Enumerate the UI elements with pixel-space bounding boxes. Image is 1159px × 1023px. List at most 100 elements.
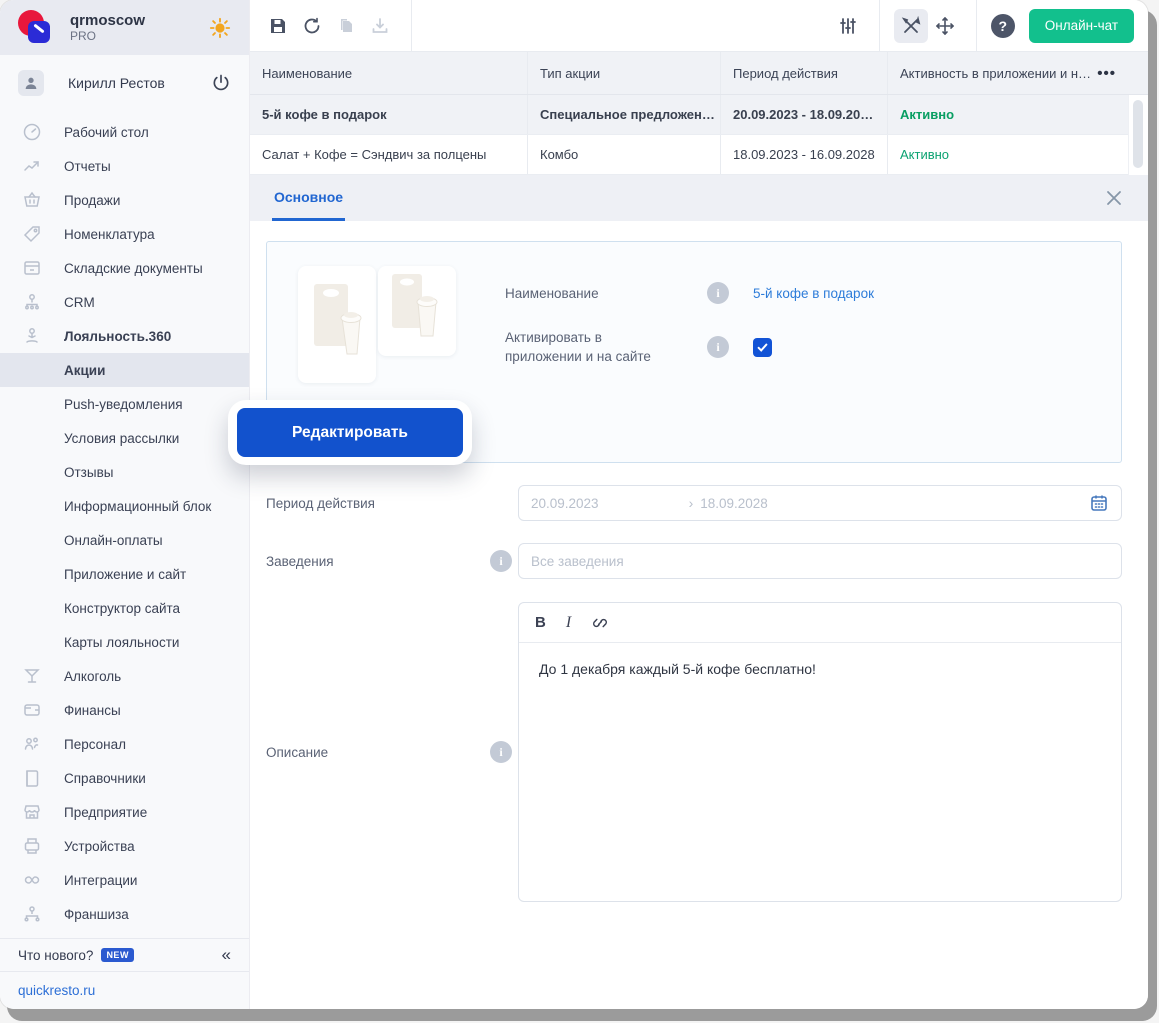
sidebar-item-nomenclature[interactable]: Номенклатура	[0, 217, 249, 251]
download-icon	[370, 16, 390, 36]
table-scrollbar[interactable]	[1128, 95, 1148, 175]
promo-photo-1[interactable]	[298, 266, 376, 383]
whats-new-label: Что нового?	[18, 948, 93, 963]
logout-power-icon[interactable]	[211, 73, 231, 93]
sidebar-subitem-app-site[interactable]: Приложение и сайт	[0, 557, 249, 591]
period-label: Период действия	[266, 496, 375, 511]
status-badge: Активно	[888, 95, 1128, 134]
new-badge: NEW	[101, 948, 134, 962]
table-header: Наименование Тип акции Период действия А…	[250, 52, 1148, 95]
info-icon[interactable]: i	[707, 336, 729, 358]
info-icon[interactable]: i	[490, 741, 512, 763]
sidebar-item-warehouse[interactable]: Складские документы	[0, 251, 249, 285]
tools-icon	[901, 16, 921, 36]
user-name: Кирилл Рестов	[68, 75, 165, 91]
table-row[interactable]: Салат + Кофе = Сэндвич за полцены Комбо …	[250, 135, 1148, 175]
quickresto-logo	[18, 10, 54, 46]
info-icon[interactable]: i	[707, 282, 729, 304]
alcohol-icon	[22, 666, 42, 686]
activate-label: Активировать в приложении и на сайте	[505, 328, 707, 366]
sidebar-subitem-loyalty-cards[interactable]: Карты лояльности	[0, 625, 249, 659]
collapse-sidebar-icon[interactable]: «	[222, 945, 231, 965]
period-input[interactable]: 20.09.2023 › 18.09.2028	[518, 485, 1122, 521]
sidebar-subitem-mailing[interactable]: Условия рассылки	[0, 421, 249, 455]
sidebar-subitem-site-builder[interactable]: Конструктор сайта	[0, 591, 249, 625]
save-icon[interactable]	[268, 16, 288, 36]
column-header-period[interactable]: Период действия	[721, 52, 888, 94]
sidebar-item-edo[interactable]: ЭДО и маркировка	[0, 931, 249, 938]
sidebar-item-staff[interactable]: Персонал	[0, 727, 249, 761]
integrations-icon	[22, 870, 42, 890]
crm-icon	[22, 292, 42, 312]
period-to-value[interactable]: 18.09.2028	[700, 496, 768, 511]
table-row[interactable]: 5-й кофе в подарок Специальное предложен…	[250, 95, 1148, 135]
venues-input[interactable]	[518, 543, 1122, 579]
sidebar-item-devices[interactable]: Устройства	[0, 829, 249, 863]
sidebar-item-alcohol[interactable]: Алкоголь	[0, 659, 249, 693]
column-header-name[interactable]: Наименование	[250, 52, 528, 94]
main-area: ? Онлайн-чат Наименование Тип акции Пери…	[250, 0, 1148, 1009]
sidebar-subitem-infoblock[interactable]: Информационный блок	[0, 489, 249, 523]
sidebar-item-directories[interactable]: Справочники	[0, 761, 249, 795]
price-tag-icon	[22, 224, 42, 244]
sidebar-item-reports[interactable]: Отчеты	[0, 149, 249, 183]
help-icon[interactable]: ?	[991, 14, 1015, 38]
table-more-icon[interactable]: •••	[1097, 65, 1116, 82]
venues-field[interactable]	[531, 544, 1109, 578]
promo-photo-2[interactable]	[378, 266, 456, 356]
activate-row: Активировать в приложении и на сайте i	[505, 328, 772, 366]
edit-button[interactable]: Редактировать	[237, 408, 463, 457]
loyalty-icon	[22, 326, 42, 346]
filters-icon[interactable]	[838, 16, 858, 36]
sidebar-item-franchise[interactable]: Франшиза	[0, 897, 249, 931]
panel-body: Наименование i 5-й кофе в подарок Активи…	[250, 221, 1148, 1009]
sidebar: qrmoscow PRO Кирилл Рестов Рабочи	[0, 0, 250, 1009]
column-header-type[interactable]: Тип акции	[528, 52, 721, 94]
sidebar-footer: Что нового? NEW « quickresto.ru	[0, 938, 249, 1009]
sidebar-item-enterprise[interactable]: Предприятие	[0, 795, 249, 829]
chevron-right-icon: ›	[689, 495, 694, 511]
venues-label: Заведения	[266, 554, 334, 569]
bold-icon[interactable]: B	[535, 614, 546, 631]
sidebar-item-sales[interactable]: Продажи	[0, 183, 249, 217]
brand-name: qrmoscow	[70, 12, 145, 29]
sidebar-subitem-push[interactable]: Push-уведомления	[0, 387, 249, 421]
italic-icon[interactable]: I	[566, 614, 571, 632]
sidebar-item-finance[interactable]: Финансы	[0, 693, 249, 727]
info-icon[interactable]: i	[490, 550, 512, 572]
sidebar-item-integrations[interactable]: Интеграции	[0, 863, 249, 897]
finance-icon	[22, 700, 42, 720]
sidebar-item-dashboard[interactable]: Рабочий стол	[0, 115, 249, 149]
activate-checkbox[interactable]	[753, 338, 772, 357]
calendar-icon[interactable]	[1089, 493, 1109, 513]
sidebar-item-loyalty360[interactable]: Лояльность.360	[0, 319, 249, 353]
move-icon[interactable]	[935, 16, 955, 36]
link-icon[interactable]	[591, 614, 609, 632]
online-chat-button[interactable]: Онлайн-чат	[1029, 9, 1134, 43]
user-row[interactable]: Кирилл Рестов	[0, 59, 249, 107]
sidebar-subitem-online-payments[interactable]: Онлайн-оплаты	[0, 523, 249, 557]
whats-new-row[interactable]: Что нового? NEW «	[0, 939, 249, 971]
enterprise-icon	[22, 802, 42, 822]
tools-button[interactable]	[894, 9, 928, 43]
period-from-value[interactable]: 20.09.2023	[531, 496, 599, 511]
tab-main[interactable]: Основное	[272, 175, 345, 221]
brand-plan: PRO	[70, 29, 145, 43]
sidebar-subitem-promotions[interactable]: Акции	[0, 353, 249, 387]
promo-name-value[interactable]: 5-й кофе в подарок	[753, 286, 874, 301]
theme-sun-icon[interactable]	[209, 17, 231, 39]
staff-icon	[22, 734, 42, 754]
description-editor: B I До 1 декабря каждый 5-й кофе бесплат…	[518, 602, 1122, 902]
period-row: Период действия 20.09.2023 › 18.09.2028	[266, 485, 1122, 521]
close-icon[interactable]	[1104, 188, 1124, 208]
quickresto-link[interactable]: quickresto.ru	[18, 983, 95, 998]
sidebar-subitem-reviews[interactable]: Отзывы	[0, 455, 249, 489]
name-row: Наименование i 5-й кофе в подарок	[505, 282, 874, 304]
sidebar-item-crm[interactable]: CRM	[0, 285, 249, 319]
description-row: Описание i B I До 1 декабря каждый 5-й к…	[266, 579, 1122, 902]
sales-basket-icon	[22, 190, 42, 210]
column-header-activity[interactable]: Активность в приложении и н… •••	[888, 52, 1128, 94]
description-text[interactable]: До 1 декабря каждый 5-й кофе бесплатно!	[519, 643, 1121, 901]
refresh-icon[interactable]	[302, 16, 322, 36]
reports-icon	[22, 156, 42, 176]
